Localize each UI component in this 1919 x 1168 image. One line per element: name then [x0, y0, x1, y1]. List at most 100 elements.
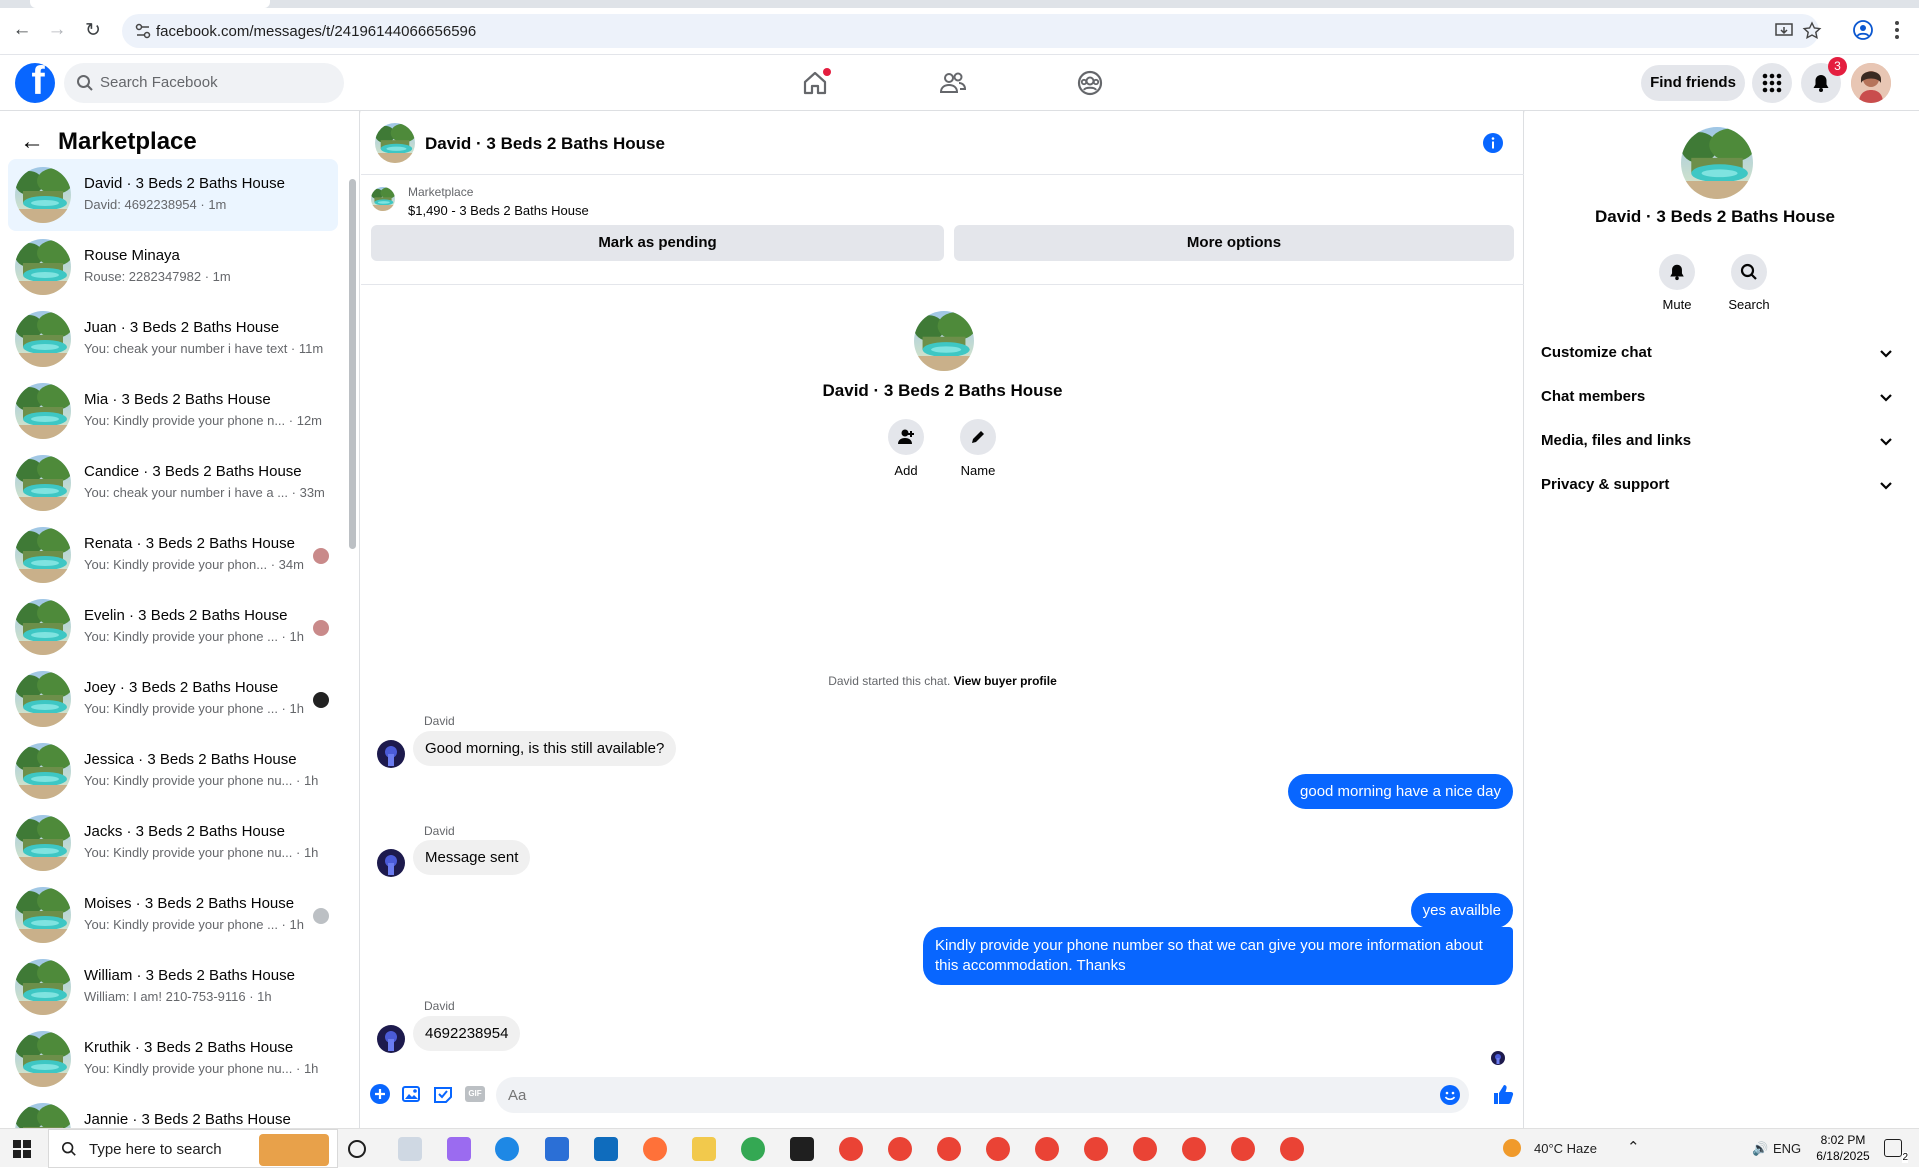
back-arrow-icon[interactable]: ←	[18, 128, 46, 156]
conversation-item[interactable]: David · 3 Beds 2 Baths House David: 46922…	[8, 159, 338, 231]
account-avatar[interactable]	[1851, 63, 1891, 103]
emoji-icon[interactable]	[1439, 1084, 1461, 1106]
store-icon[interactable]	[545, 1137, 569, 1161]
conversation-item[interactable]: Jannie · 3 Beds 2 Baths House	[8, 1095, 338, 1128]
notification-center-icon[interactable]: 2	[1884, 1139, 1908, 1163]
chat-title[interactable]: David · 3 Beds 2 Baths House	[425, 134, 665, 154]
site-info-icon[interactable]	[134, 22, 152, 40]
message-incoming[interactable]: Message sent	[413, 840, 531, 875]
intro-avatar[interactable]	[914, 311, 974, 371]
chrome-profile-icon[interactable]	[1133, 1137, 1157, 1161]
conversation-item[interactable]: Joey · 3 Beds 2 Baths House You: Kindly p…	[8, 663, 338, 735]
windows-start-icon[interactable]	[13, 1140, 31, 1158]
sticker-icon[interactable]	[432, 1083, 454, 1105]
chat-members-section[interactable]: Chat members	[1533, 375, 1901, 419]
facebook-search[interactable]: Search Facebook	[64, 63, 344, 103]
file-explorer-icon[interactable]	[692, 1137, 716, 1161]
conversation-item[interactable]: Rouse Minaya Rouse: 2282347982 · 1m	[8, 231, 338, 303]
find-friends-button[interactable]: Find friends	[1641, 65, 1745, 101]
chevron-up-icon[interactable]: ⌃	[1627, 1138, 1640, 1156]
david-avatar[interactable]	[377, 849, 405, 877]
message-input-wrapper[interactable]	[496, 1077, 1469, 1113]
add-people-button[interactable]: Add	[876, 419, 936, 478]
conversation-item[interactable]: Evelin · 3 Beds 2 Baths House You: Kindly…	[8, 591, 338, 663]
menu-grid-button[interactable]	[1752, 63, 1792, 103]
listing-thumbnail[interactable]	[371, 187, 395, 211]
reload-icon[interactable]: ↻	[81, 18, 105, 42]
clock[interactable]: 8:02 PM 6/18/2025	[1808, 1132, 1878, 1164]
message-input[interactable]	[508, 1077, 1428, 1113]
home-icon[interactable]	[797, 65, 833, 101]
outlook-icon[interactable]	[594, 1137, 618, 1161]
more-options-button[interactable]: More options	[954, 225, 1514, 261]
message-outgoing[interactable]: Kindly provide your phone number so that…	[923, 927, 1513, 985]
chrome-profile-icon[interactable]	[1084, 1137, 1108, 1161]
sticky-notes-icon[interactable]	[790, 1137, 814, 1161]
message-incoming[interactable]: 4692238954	[413, 1016, 521, 1051]
taskbar-search[interactable]: Type here to search	[48, 1129, 338, 1168]
menu-dots-icon[interactable]	[1886, 19, 1908, 41]
thumbs-up-icon[interactable]	[1491, 1083, 1515, 1107]
chrome-profile-icon[interactable]	[839, 1137, 863, 1161]
friends-icon[interactable]	[935, 65, 971, 101]
david-avatar[interactable]	[377, 740, 405, 768]
listing-title[interactable]: $1,490 - 3 Beds 2 Baths House	[408, 203, 589, 218]
conversation-item[interactable]: Kruthik · 3 Beds 2 Baths House You: Kindl…	[8, 1023, 338, 1095]
chrome-profile-icon[interactable]	[937, 1137, 961, 1161]
forward-icon[interactable]: →	[45, 18, 69, 42]
firefox-icon[interactable]	[643, 1137, 667, 1161]
chrome-profile-icon[interactable]	[1182, 1137, 1206, 1161]
conversation-item[interactable]: Mia · 3 Beds 2 Baths House You: Kindly pr…	[8, 375, 338, 447]
message-outgoing[interactable]: good morning have a nice day	[1288, 774, 1513, 809]
david-avatar[interactable]	[377, 1025, 405, 1053]
widgets-icon[interactable]	[398, 1137, 422, 1161]
name-chat-button[interactable]: Name	[948, 419, 1008, 478]
conversation-item[interactable]: Jacks · 3 Beds 2 Baths House You: Kindly …	[8, 807, 338, 879]
photo-icon[interactable]	[401, 1083, 423, 1105]
chrome-profile-icon[interactable]	[1035, 1137, 1059, 1161]
mark-as-pending-button[interactable]: Mark as pending	[371, 225, 944, 261]
task-view-icon[interactable]	[348, 1140, 366, 1158]
info-avatar[interactable]	[1681, 127, 1753, 199]
mute-button[interactable]: Mute	[1647, 254, 1707, 312]
groups-icon[interactable]	[1072, 65, 1108, 101]
conversation-item[interactable]: Renata · 3 Beds 2 Baths House You: Kindly…	[8, 519, 338, 591]
weather-text[interactable]: 40°C Haze	[1534, 1141, 1597, 1156]
notifications-button[interactable]: 3	[1801, 57, 1847, 103]
chrome-profile-icon[interactable]	[741, 1137, 765, 1161]
address-bar[interactable]: facebook.com/messages/t/2419614406665659…	[122, 14, 1822, 48]
chrome-profile-icon[interactable]	[888, 1137, 912, 1161]
view-buyer-profile-link[interactable]: View buyer profile	[954, 674, 1057, 688]
plus-circle-icon[interactable]	[369, 1083, 391, 1105]
message-incoming[interactable]: Good morning, is this still available?	[413, 731, 677, 766]
conversation-item[interactable]: William · 3 Beds 2 Baths House William: I…	[8, 951, 338, 1023]
facebook-logo[interactable]: f	[15, 63, 55, 103]
search-in-chat-button[interactable]: Search	[1719, 254, 1779, 312]
copilot-icon[interactable]	[447, 1137, 471, 1161]
conversation-item[interactable]: Candice · 3 Beds 2 Baths House You: cheak…	[8, 447, 338, 519]
active-tab[interactable]	[30, 0, 270, 8]
gif-icon[interactable]: GIF	[464, 1083, 486, 1105]
bookmark-star-icon[interactable]	[1802, 21, 1822, 41]
back-icon[interactable]: ←	[10, 18, 34, 42]
media-files-links-section[interactable]: Media, files and links	[1533, 419, 1901, 463]
chrome-profile-icon[interactable]	[1280, 1137, 1304, 1161]
conversation-item[interactable]: Moises · 3 Beds 2 Baths House You: Kindly…	[8, 879, 338, 951]
privacy-support-section[interactable]: Privacy & support	[1533, 463, 1901, 507]
edge-icon[interactable]	[495, 1137, 519, 1161]
chrome-profile-icon[interactable]	[1231, 1137, 1255, 1161]
sidebar-scroll-thumb[interactable]	[349, 179, 356, 549]
info-icon[interactable]	[1483, 133, 1503, 153]
profile-icon[interactable]	[1852, 19, 1874, 41]
volume-icon[interactable]: 🔊	[1752, 1141, 1768, 1157]
chat-header-avatar[interactable]	[375, 123, 415, 163]
chrome-profile-icon[interactable]	[986, 1137, 1010, 1161]
customize-chat-section[interactable]: Customize chat	[1533, 331, 1901, 375]
url-text[interactable]: facebook.com/messages/t/2419614406665659…	[156, 23, 476, 40]
weather-icon[interactable]	[1503, 1139, 1521, 1157]
install-app-icon[interactable]	[1774, 21, 1794, 41]
language-indicator[interactable]: ENG	[1773, 1141, 1801, 1156]
message-outgoing[interactable]: yes availble	[1410, 893, 1513, 928]
conversation-item[interactable]: Juan · 3 Beds 2 Baths House You: cheak yo…	[8, 303, 338, 375]
conversation-item[interactable]: Jessica · 3 Beds 2 Baths House You: Kindl…	[8, 735, 338, 807]
